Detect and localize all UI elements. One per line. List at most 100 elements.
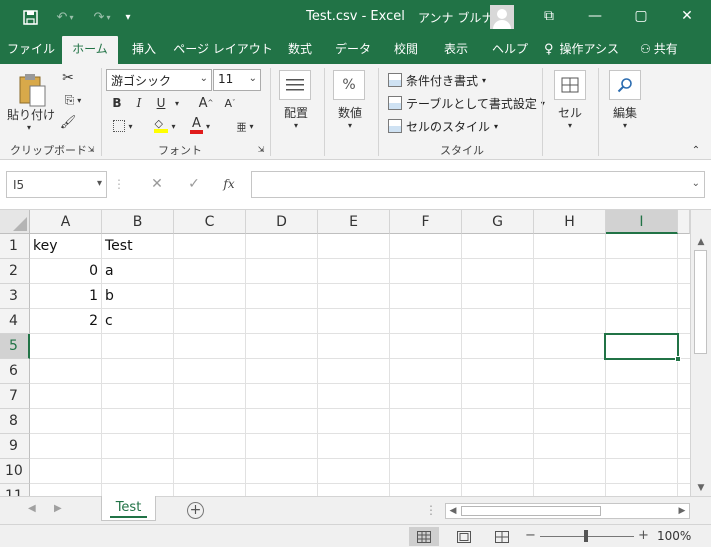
- splitter-icon[interactable]: ⋮: [425, 503, 437, 517]
- customize-quick-access-icon[interactable]: ▾: [120, 6, 136, 28]
- cut-icon[interactable]: ✂: [60, 70, 76, 86]
- cell-styles-button[interactable]: セルのスタイル ▾: [388, 116, 498, 136]
- row-header-5[interactable]: 5: [0, 334, 30, 359]
- alignment-icon[interactable]: [279, 70, 311, 100]
- maximize-button[interactable]: ▢: [626, 4, 656, 28]
- tab-tell-me[interactable]: ♀ 操作アシス: [544, 40, 630, 64]
- expand-formula-bar-icon[interactable]: ⌄: [692, 178, 700, 189]
- column-header-h[interactable]: H: [534, 210, 606, 234]
- number-dropdown-icon[interactable]: ▾: [344, 120, 356, 130]
- zoom-in-button[interactable]: +: [638, 528, 649, 543]
- column-header-g[interactable]: G: [462, 210, 534, 234]
- column-header-e[interactable]: E: [318, 210, 390, 234]
- cells-button[interactable]: セル: [550, 104, 590, 120]
- close-button[interactable]: ✕: [672, 4, 702, 28]
- paste-dropdown-icon[interactable]: ▾: [22, 122, 36, 132]
- previous-sheet-icon[interactable]: ◀: [28, 503, 36, 514]
- normal-view-icon[interactable]: [409, 527, 439, 546]
- alignment-button[interactable]: 配置: [276, 104, 316, 120]
- grow-font-button[interactable]: A ^: [198, 94, 214, 112]
- tab-home[interactable]: ホーム: [62, 36, 118, 64]
- tab-page-layout[interactable]: ページ レイアウト: [172, 40, 274, 64]
- page-layout-view-icon[interactable]: [449, 527, 479, 546]
- conditional-formatting-button[interactable]: 条件付き書式 ▾: [388, 70, 486, 90]
- horizontal-scroll-thumb[interactable]: [461, 506, 601, 516]
- formula-input[interactable]: ⌄: [251, 171, 705, 198]
- enter-icon[interactable]: ✓: [181, 172, 207, 196]
- horizontal-scrollbar[interactable]: ◀ ▶: [445, 503, 690, 519]
- cells-icon[interactable]: [554, 70, 586, 100]
- cell-b3[interactable]: b: [102, 284, 173, 308]
- cell-a3[interactable]: 1: [30, 284, 101, 308]
- avatar[interactable]: [490, 5, 514, 29]
- font-name-select[interactable]: 游ゴシック ⌄: [106, 69, 212, 91]
- cell-b2[interactable]: a: [102, 259, 173, 283]
- borders-button[interactable]: ▾: [108, 117, 138, 135]
- font-color-button[interactable]: A ▾: [184, 116, 216, 136]
- number-format-button[interactable]: 数値: [330, 104, 370, 120]
- zoom-level[interactable]: 100%: [657, 529, 691, 543]
- column-header-d[interactable]: D: [246, 210, 318, 234]
- tab-help[interactable]: ヘルプ: [486, 40, 534, 64]
- row-header-7[interactable]: 7: [0, 384, 30, 409]
- fill-color-button[interactable]: ◇ ▾: [150, 116, 180, 136]
- row-header-4[interactable]: 4: [0, 309, 30, 334]
- column-header-a[interactable]: A: [30, 210, 102, 234]
- undo-icon[interactable]: ↶ ▾: [48, 6, 82, 28]
- italic-button[interactable]: I: [132, 94, 146, 112]
- row-header-1[interactable]: 1: [0, 234, 30, 259]
- cells-dropdown-icon[interactable]: ▾: [564, 120, 576, 130]
- worksheet-grid[interactable]: A B C D E F G H I 1 2 3 4 5 6 7 8 9 10 1…: [0, 210, 711, 496]
- row-header-9[interactable]: 9: [0, 434, 30, 459]
- save-icon[interactable]: [18, 6, 42, 28]
- insert-function-button[interactable]: fx: [216, 172, 242, 196]
- column-header-i[interactable]: I: [606, 210, 678, 234]
- alignment-dropdown-icon[interactable]: ▾: [290, 120, 302, 130]
- tab-review[interactable]: 校閲: [384, 40, 428, 64]
- cell-b1[interactable]: Test: [102, 234, 173, 258]
- row-header-10[interactable]: 10: [0, 459, 30, 484]
- redo-icon[interactable]: ↷ ▾: [86, 6, 118, 28]
- row-header-11[interactable]: 11: [0, 484, 30, 496]
- cell-a4[interactable]: 2: [30, 309, 101, 333]
- share-button[interactable]: ⚇ 共有: [640, 40, 700, 64]
- scroll-left-icon[interactable]: ◀: [446, 504, 460, 518]
- underline-dropdown-icon[interactable]: ▾: [172, 96, 182, 110]
- font-size-select[interactable]: 11 ⌄: [213, 69, 261, 91]
- cell-b4[interactable]: c: [102, 309, 173, 333]
- column-header-j[interactable]: [678, 210, 690, 234]
- name-box[interactable]: I5 ▾: [6, 171, 107, 198]
- sheet-tab-test[interactable]: Test: [101, 496, 156, 521]
- zoom-slider-thumb[interactable]: [584, 530, 588, 542]
- tab-file[interactable]: ファイル: [4, 40, 58, 64]
- format-painter-icon[interactable]: 🖌: [60, 114, 77, 130]
- fill-handle[interactable]: [675, 356, 681, 362]
- paste-icon[interactable]: [14, 70, 50, 110]
- bold-button[interactable]: B: [110, 94, 124, 112]
- scroll-right-icon[interactable]: ▶: [675, 504, 689, 518]
- cell-a1[interactable]: key: [30, 234, 101, 258]
- editing-button[interactable]: 編集: [604, 104, 646, 120]
- row-header-6[interactable]: 6: [0, 359, 30, 384]
- percent-icon[interactable]: %: [333, 70, 365, 100]
- shrink-font-button[interactable]: Aˇ: [222, 94, 238, 112]
- editing-dropdown-icon[interactable]: ▾: [619, 120, 631, 130]
- search-icon[interactable]: [609, 70, 641, 100]
- scroll-down-icon[interactable]: ▼: [691, 480, 711, 496]
- next-sheet-icon[interactable]: ▶: [54, 503, 62, 514]
- tab-formulas[interactable]: 数式: [278, 40, 322, 64]
- tab-view[interactable]: 表示: [434, 40, 478, 64]
- tab-insert[interactable]: 挿入: [122, 40, 166, 64]
- phonetic-guide-button[interactable]: 亜 ▾: [230, 116, 260, 136]
- column-header-f[interactable]: F: [390, 210, 462, 234]
- minimize-button[interactable]: —: [580, 4, 610, 28]
- collapse-ribbon-icon[interactable]: ⌃: [690, 144, 702, 156]
- user-name[interactable]: アンナ ブルナ: [418, 9, 493, 26]
- column-header-b[interactable]: B: [102, 210, 174, 234]
- tab-data[interactable]: データ: [330, 40, 376, 64]
- copy-icon[interactable]: ⎘ ▾: [58, 92, 88, 108]
- cell-a2[interactable]: 0: [30, 259, 101, 283]
- add-sheet-icon[interactable]: +: [187, 502, 204, 519]
- underline-button[interactable]: U: [154, 94, 168, 112]
- clipboard-launcher-icon[interactable]: ⇲: [86, 144, 96, 154]
